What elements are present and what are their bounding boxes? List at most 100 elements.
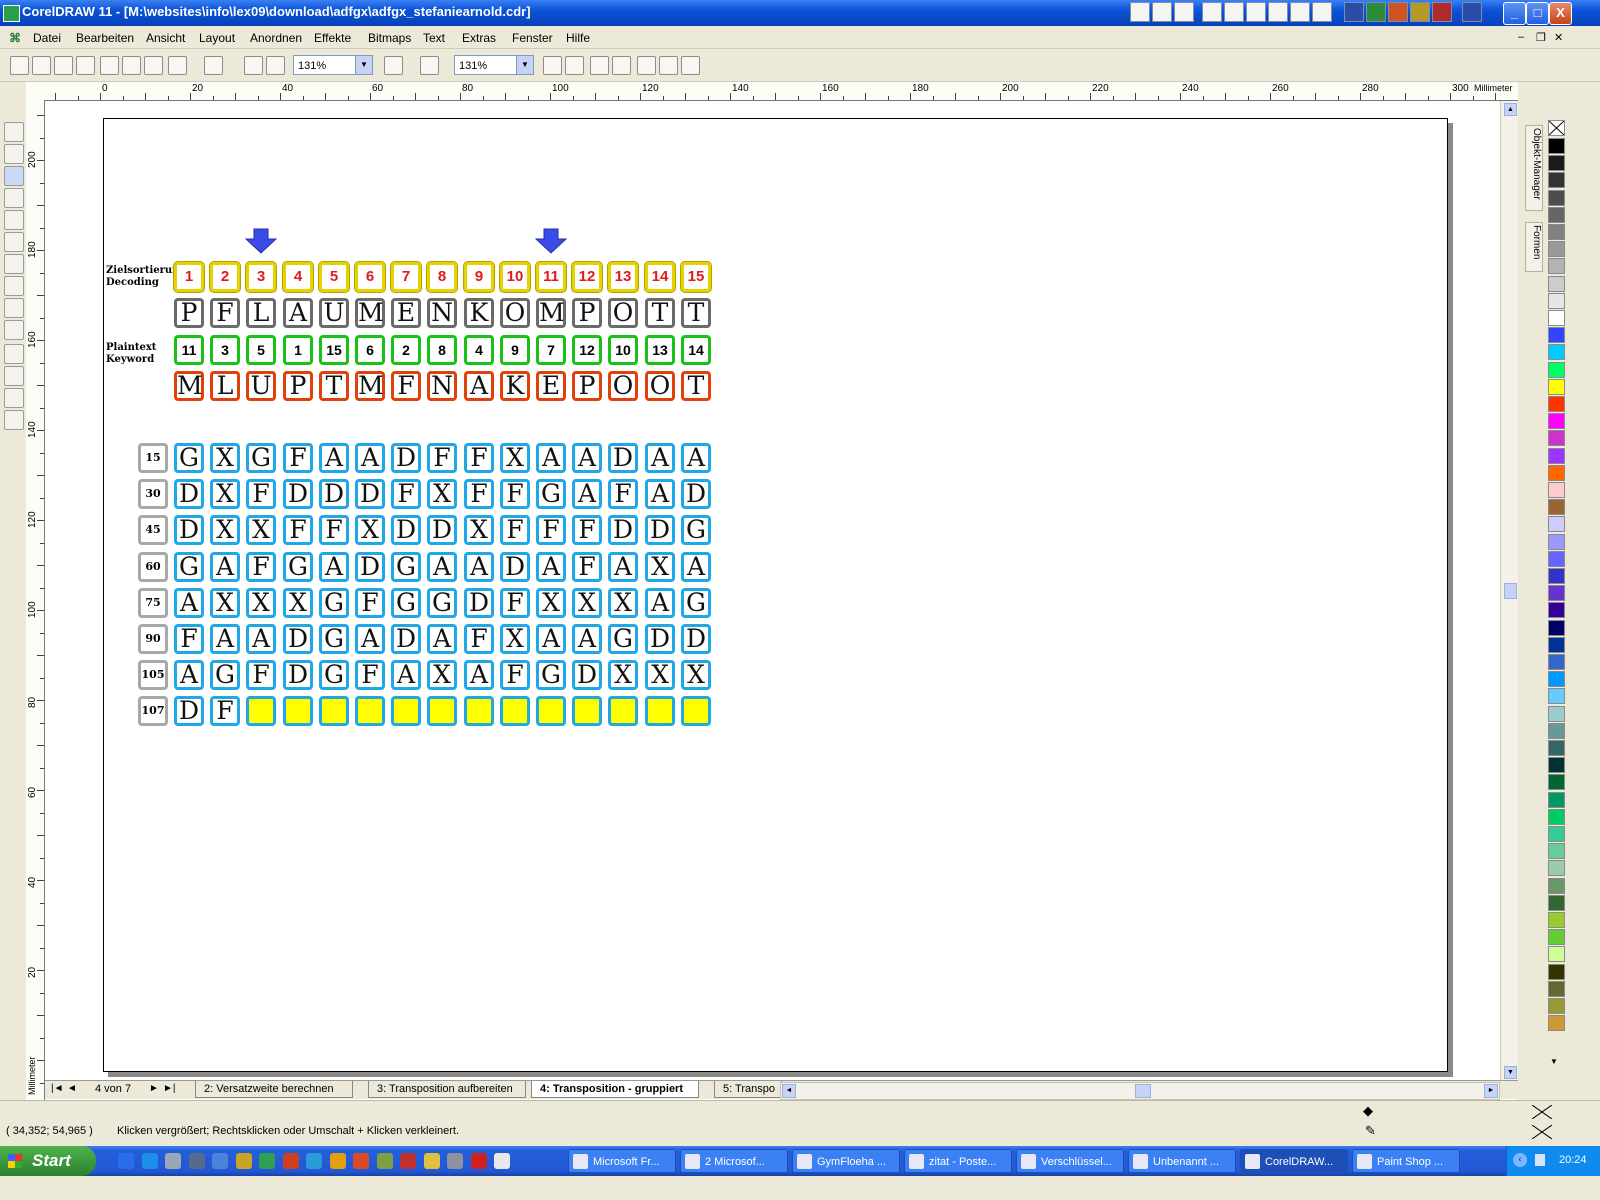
color-swatch[interactable] [1548,688,1565,705]
color-swatch[interactable] [1548,292,1565,309]
access-icon[interactable] [1432,2,1452,22]
menu-hilfe[interactable]: Hilfe [566,31,590,45]
text-tool-icon[interactable] [4,298,24,318]
interactive-fill-tool-icon[interactable] [4,410,24,430]
next-page-icon[interactable]: ► [149,1083,159,1094]
taskbar-button[interactable]: zitat - Poste... [904,1149,1012,1173]
taskbar-button[interactable]: 2 Microsof... [680,1149,788,1173]
first-page-icon[interactable]: |◄ [51,1083,64,1094]
color-swatch[interactable] [1548,172,1565,189]
color-swatch[interactable] [1548,138,1565,154]
color-swatch[interactable] [1548,413,1565,430]
color-swatch[interactable] [1548,275,1565,292]
quicklaunch-icon[interactable] [1268,2,1288,22]
color-swatch[interactable] [1548,791,1565,808]
coreldraw-app-icon[interactable] [3,5,20,22]
color-swatch[interactable] [1548,258,1565,275]
taskbar-button[interactable]: Microsoft Fr... [568,1149,676,1173]
color-swatch[interactable] [1548,447,1565,464]
menu-extras[interactable]: Extras [462,31,496,45]
color-swatch[interactable] [1548,894,1565,911]
paste-icon[interactable] [144,56,163,75]
quicklaunch-icon[interactable] [1246,2,1266,22]
page-tab-5[interactable]: 5: Transpo [714,1081,782,1098]
outline-indicator-icon[interactable]: ✎ [1365,1123,1376,1139]
menu-text[interactable]: Text [423,31,445,45]
color-swatch[interactable] [1548,774,1565,791]
color-swatch[interactable] [1548,568,1565,584]
color-swatch[interactable] [1548,808,1565,825]
menu-ansicht[interactable]: Ansicht [146,31,185,45]
freehand-tool-icon[interactable] [4,188,24,208]
quicklaunch-icon[interactable] [1130,2,1150,22]
docker-tab-formen[interactable]: Formen [1525,222,1543,272]
ellipse-tool-icon[interactable] [4,232,24,252]
import-icon[interactable] [244,56,263,75]
color-swatch[interactable] [1548,843,1565,860]
outline-tool-icon[interactable] [4,366,24,386]
doc-minimize-button[interactable]: – [1518,31,1524,43]
fill-indicator-icon[interactable]: ◆ [1363,1103,1373,1119]
menu-effekte[interactable]: Effekte [314,31,351,45]
minimize-button[interactable]: _ [1503,2,1526,25]
color-swatch[interactable] [1548,946,1565,963]
color-swatch[interactable] [1548,516,1565,533]
zoom-selected-icon[interactable] [590,56,609,75]
word-icon[interactable] [1344,2,1364,22]
zoom-width-icon[interactable] [659,56,678,75]
last-page-icon[interactable]: ►| [163,1083,176,1094]
color-swatch[interactable] [1548,189,1565,206]
zoom-height-icon[interactable] [681,56,700,75]
color-swatch[interactable] [1548,877,1565,894]
scroll-left-arrow-icon[interactable]: ◄ [782,1084,796,1098]
export-icon[interactable] [266,56,285,75]
quick-launch-icon[interactable] [165,1153,181,1169]
color-swatch[interactable] [1548,722,1565,739]
zoom-out-icon[interactable] [565,56,584,75]
taskbar-button[interactable]: Verschlüssel... [1016,1149,1124,1173]
color-swatch[interactable] [1548,671,1565,688]
quick-launch-icon[interactable] [329,1153,346,1169]
menu-layout[interactable]: Layout [199,31,235,45]
color-swatch[interactable] [1548,327,1565,344]
corel-online-icon[interactable] [420,56,439,75]
interactive-blend-tool-icon[interactable] [4,320,24,340]
title-bar[interactable]: CorelDRAW 11 - [M:\websites\info\lex09\d… [0,0,1600,26]
quicklaunch-icon[interactable] [1312,2,1332,22]
page-tab-3[interactable]: 3: Transposition aufbereiten [368,1081,526,1098]
color-swatch[interactable] [1548,499,1565,516]
quick-launch-icon[interactable] [282,1153,299,1169]
color-swatch[interactable] [1548,602,1565,619]
quicklaunch-icon[interactable] [1174,2,1194,22]
quick-launch-icon[interactable] [376,1153,393,1169]
horizontal-scrollbar[interactable]: ◄ ► [780,1082,1500,1100]
zoom-tool-icon[interactable] [4,166,24,186]
color-swatch[interactable] [1548,464,1565,481]
page-tab-4[interactable]: 4: Transposition - gruppiert [531,1081,699,1098]
scroll-down-arrow-icon[interactable]: ▼ [1504,1066,1517,1079]
shape-tool-icon[interactable] [4,144,24,164]
menu-datei[interactable]: Datei [33,31,61,45]
menu-fenster[interactable]: Fenster [512,31,553,45]
color-swatch[interactable] [1548,654,1565,670]
quick-launch-icon[interactable] [141,1153,158,1169]
menu-bitmaps[interactable]: Bitmaps [368,31,411,45]
basic-shapes-tool-icon[interactable] [4,276,24,296]
taskbar-button[interactable]: CorelDRAW... [1240,1149,1348,1173]
menu-anordnen[interactable]: Anordnen [250,31,302,45]
quick-launch-icon[interactable] [494,1153,510,1169]
copy-icon[interactable] [122,56,141,75]
application-launcher-icon[interactable] [384,56,403,75]
color-swatch[interactable] [1548,224,1565,240]
zoom-level-select[interactable]: 131% ▼ [293,55,373,75]
color-swatch[interactable] [1548,344,1565,361]
color-swatch[interactable] [1548,826,1565,842]
quicklaunch-icon[interactable] [1462,2,1482,22]
color-swatch[interactable] [1548,430,1565,447]
color-swatch[interactable] [1548,1015,1565,1032]
color-swatch[interactable] [1548,310,1565,326]
quick-launch-icon[interactable] [235,1153,252,1169]
quick-launch-icon[interactable] [306,1153,322,1169]
zoom-page-icon[interactable] [637,56,656,75]
doc-close-button[interactable]: ✕ [1554,31,1563,44]
